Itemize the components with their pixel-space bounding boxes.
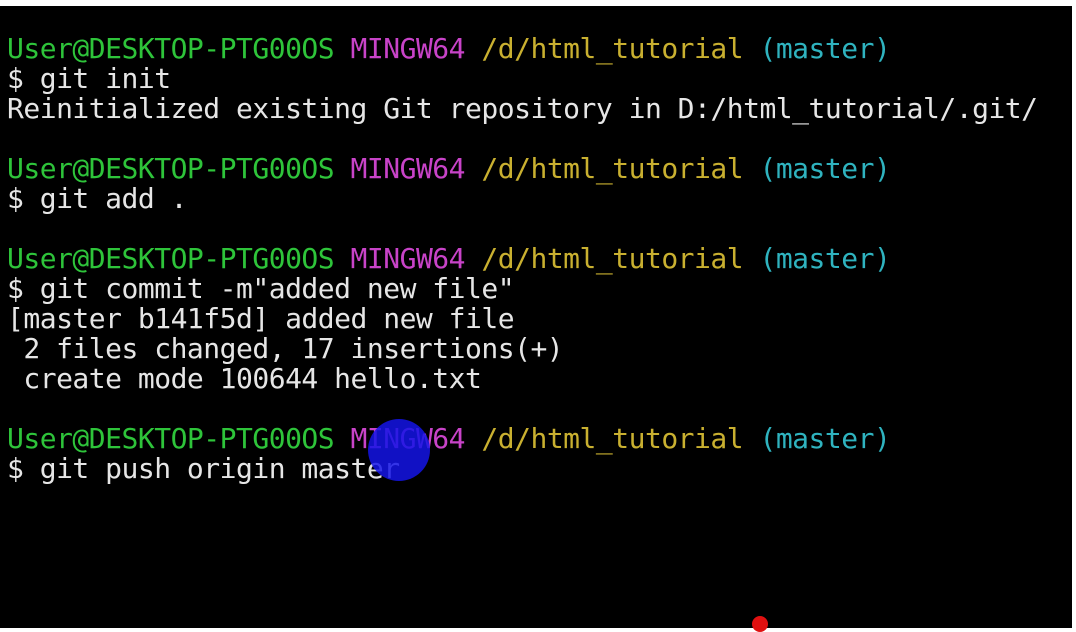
output-line: 2 files changed, 17 insertions(+) bbox=[7, 332, 564, 365]
prompt-line: User@DESKTOP-PTG00OS MINGW64 /d/html_tut… bbox=[7, 422, 891, 455]
prompt-path: /d/html_tutorial bbox=[481, 32, 744, 65]
prompt-path: /d/html_tutorial bbox=[481, 242, 744, 275]
terminal-window[interactable]: User@DESKTOP-PTG00OS MINGW64 /d/html_tut… bbox=[0, 6, 1072, 628]
output-line: create mode 100644 hello.txt bbox=[7, 362, 482, 395]
command-line[interactable]: $ git push origin master bbox=[7, 454, 400, 484]
prompt-user: User@DESKTOP-PTG00OS bbox=[7, 422, 335, 455]
screen-frame: User@DESKTOP-PTG00OS MINGW64 /d/html_tut… bbox=[0, 0, 1076, 632]
prompt-line: User@DESKTOP-PTG00OS MINGW64 /d/html_tut… bbox=[7, 32, 891, 65]
prompt-user: User@DESKTOP-PTG00OS bbox=[7, 32, 335, 65]
prompt-system: MINGW64 bbox=[350, 32, 466, 65]
prompt-line: User@DESKTOP-PTG00OS MINGW64 /d/html_tut… bbox=[7, 242, 891, 275]
prompt-line: User@DESKTOP-PTG00OS MINGW64 /d/html_tut… bbox=[7, 152, 891, 185]
prompt-system: MINGW64 bbox=[350, 242, 466, 275]
prompt-branch: (master) bbox=[759, 422, 891, 455]
mouse-cursor-highlight bbox=[368, 419, 430, 481]
prompt-branch: (master) bbox=[759, 152, 891, 185]
prompt-path: /d/html_tutorial bbox=[481, 422, 744, 455]
prompt-branch: (master) bbox=[759, 32, 891, 65]
command-line: $ git init bbox=[7, 62, 171, 95]
command-line: $ git add . bbox=[7, 182, 187, 215]
prompt-system: MINGW64 bbox=[350, 152, 466, 185]
prompt-path: /d/html_tutorial bbox=[481, 152, 744, 185]
prompt-user: User@DESKTOP-PTG00OS bbox=[7, 242, 335, 275]
command-line: $ git commit -m"added new file" bbox=[7, 272, 515, 305]
prompt-branch: (master) bbox=[759, 242, 891, 275]
prompt-user: User@DESKTOP-PTG00OS bbox=[7, 152, 335, 185]
output-line: [master b141f5d] added new file bbox=[7, 302, 515, 335]
recording-indicator-icon bbox=[752, 616, 768, 632]
output-line: Reinitialized existing Git repository in… bbox=[7, 92, 1038, 125]
